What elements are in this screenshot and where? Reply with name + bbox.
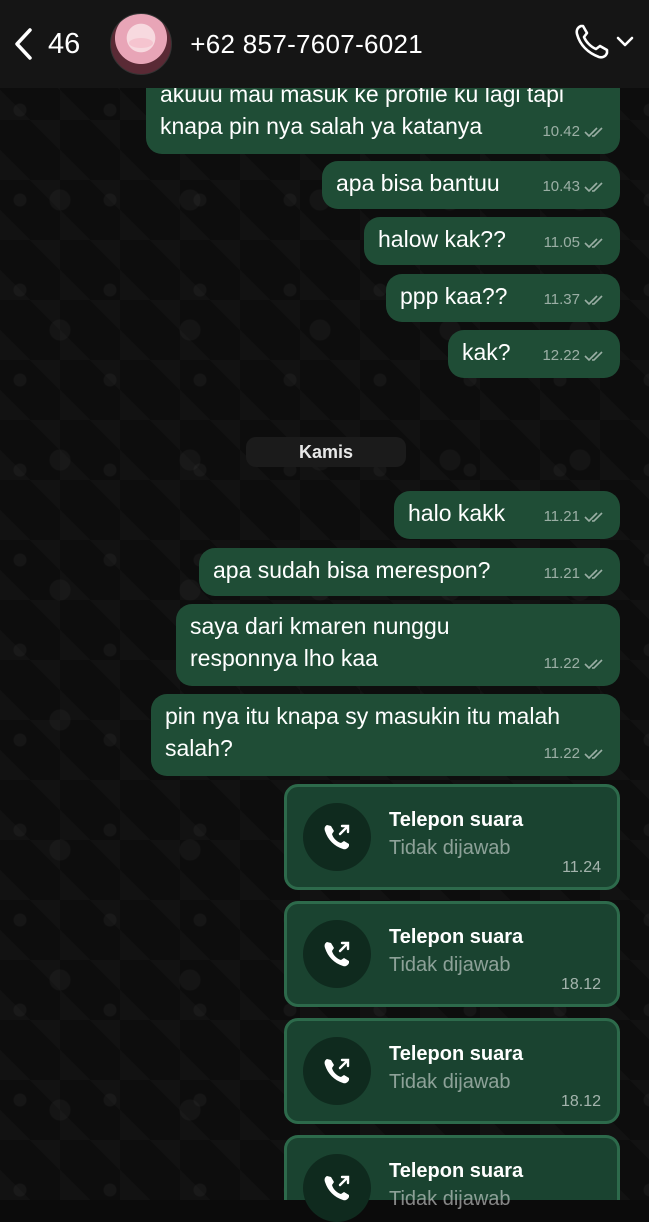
double-check-icon (584, 294, 606, 306)
outgoing-call-icon (303, 803, 371, 871)
message-meta: 11.21 (544, 558, 606, 590)
chevron-down-icon (616, 36, 634, 47)
message-bubble[interactable]: apa bisa bantuu 10.43 (322, 161, 620, 209)
message-time: 11.22 (543, 745, 580, 762)
message-text: saya dari kmaren nunggu responnya lho ka… (190, 613, 450, 671)
phone-icon (575, 24, 609, 59)
call-status: Tidak dijawab (389, 954, 511, 976)
unread-count: 46 (48, 27, 81, 60)
message-time: 11.21 (543, 508, 580, 525)
message-meta: 11.22 (544, 738, 606, 770)
message-bubble[interactable]: apa sudah bisa merespon? 11.21 (199, 548, 620, 596)
double-check-icon (584, 658, 606, 670)
message-meta: 12.22 (542, 340, 606, 372)
voice-call-card[interactable]: Telepon suara Tidak dijawab (284, 1135, 620, 1222)
call-status: Tidak dijawab (389, 837, 511, 859)
call-title: Telepon suara (389, 809, 524, 831)
message-time: 11.21 (543, 565, 580, 582)
call-button[interactable] (573, 22, 635, 62)
message-time: 11.22 (543, 655, 580, 672)
call-time: 11.24 (562, 859, 601, 876)
message-meta: 11.37 (544, 284, 606, 316)
message-time: 10.42 (542, 123, 580, 140)
double-check-icon (584, 126, 606, 138)
message-meta: 10.43 (542, 171, 606, 203)
message-bubble[interactable]: pin nya itu knapa sy masukin itu malah s… (151, 694, 620, 776)
message-time: 11.05 (543, 234, 580, 251)
avatar[interactable] (110, 13, 173, 75)
message-bubble[interactable]: kak? 12.22 (448, 330, 620, 378)
message-bubble[interactable]: halow kak?? 11.05 (364, 217, 620, 265)
double-check-icon (584, 181, 606, 193)
message-meta: 11.22 (544, 648, 606, 680)
voice-call-card[interactable]: Telepon suara Tidak dijawab 18.12 (284, 901, 620, 1007)
voice-call-card[interactable]: Telepon suara Tidak dijawab 11.24 (284, 784, 620, 890)
outgoing-call-icon (303, 1154, 371, 1222)
message-bubble[interactable]: halo kakk 11.21 (394, 491, 620, 539)
double-check-icon (584, 350, 606, 362)
chevron-left-icon (15, 28, 32, 60)
call-status: Tidak dijawab (389, 1071, 511, 1093)
day-separator: Kamis (246, 437, 406, 467)
outgoing-call-icon (303, 1037, 371, 1105)
call-title: Telepon suara (389, 926, 524, 948)
message-meta: 11.05 (544, 227, 606, 259)
message-time: 11.37 (543, 291, 580, 308)
chat-header: 46 +62 857-7607-6021 (0, 0, 649, 88)
outgoing-call-icon (303, 920, 371, 988)
call-title: Telepon suara (389, 1043, 524, 1065)
message-bubble[interactable]: saya dari kmaren nunggu responnya lho ka… (176, 604, 620, 686)
contact-name[interactable]: +62 857-7607-6021 (190, 29, 423, 60)
double-check-icon (584, 511, 606, 523)
double-check-icon (584, 568, 606, 580)
message-time: 12.22 (542, 347, 580, 364)
message-time: 10.43 (542, 178, 580, 195)
double-check-icon (584, 237, 606, 249)
voice-call-card[interactable]: Telepon suara Tidak dijawab 18.12 (284, 1018, 620, 1124)
message-meta: 11.21 (544, 501, 606, 533)
call-time: 18.12 (560, 976, 601, 993)
back-button[interactable]: 46 (12, 27, 80, 61)
call-time: 18.12 (560, 1093, 601, 1110)
message-bubble[interactable]: ppp kaa?? 11.37 (386, 274, 620, 322)
double-check-icon (584, 748, 606, 760)
message-meta: 10.42 (542, 116, 606, 148)
call-title: Telepon suara (389, 1160, 524, 1182)
message-text: pin nya itu knapa sy masukin itu malah s… (165, 703, 561, 761)
